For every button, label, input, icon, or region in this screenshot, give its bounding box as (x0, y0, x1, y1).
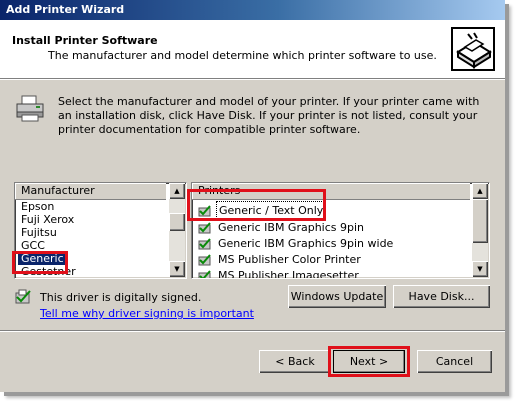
scrollbar-thumb[interactable] (169, 213, 185, 231)
scroll-up-icon[interactable]: ▲ (169, 183, 185, 199)
printer-item-label: MS Publisher Imagesetter (218, 269, 359, 279)
instructions-text: Select the manufacturer and model of you… (58, 95, 480, 136)
next-highlight-box (328, 346, 410, 377)
signed-driver-icon (198, 254, 211, 266)
windows-update-button[interactable]: Windows Update (288, 285, 386, 308)
printers-scrollbar[interactable]: ▲ ▼ (472, 183, 488, 277)
signed-driver-icon (198, 222, 211, 234)
have-disk-button[interactable]: Have Disk... (393, 285, 490, 308)
printer-item-ibm-9pin[interactable]: Generic IBM Graphics 9pin (192, 220, 472, 236)
printer-item-ms-publisher-imagesetter[interactable]: MS Publisher Imagesetter (192, 268, 472, 279)
title-bar[interactable]: Add Printer Wizard (0, 0, 505, 20)
printer-item-label: MS Publisher Color Printer (218, 253, 361, 266)
manufacturer-scrollbar[interactable]: ▲ ▼ (169, 183, 185, 277)
manufacturer-item-fuji-xerox[interactable]: Fuji Xerox (15, 213, 169, 226)
header-title: Install Printer Software (12, 34, 158, 47)
printer-item-label: Generic IBM Graphics 9pin (218, 221, 365, 234)
digital-signature-icon (15, 289, 31, 304)
back-button[interactable]: < Back (259, 350, 331, 373)
signed-driver-icon (198, 238, 211, 250)
printer-item-ibm-9pin-wide[interactable]: Generic IBM Graphics 9pin wide (192, 236, 472, 252)
footer-divider-highlight (0, 331, 505, 332)
printer-icon (16, 95, 44, 122)
signed-driver-text: This driver is digitally signed. (40, 291, 202, 304)
window-title: Add Printer Wizard (6, 3, 125, 16)
generic-text-only-highlight-box (187, 189, 326, 221)
scroll-up-icon[interactable]: ▲ (472, 183, 488, 199)
wizard-header: Install Printer Software The manufacture… (0, 20, 505, 78)
printer-wizard-icon (451, 27, 495, 71)
signed-driver-icon (198, 270, 211, 278)
manufacturer-item-fujitsu[interactable]: Fujitsu (15, 226, 169, 239)
scroll-down-icon[interactable]: ▼ (169, 261, 185, 277)
printer-item-label: Generic IBM Graphics 9pin wide (218, 237, 394, 250)
manufacturer-column-header[interactable]: Manufacturer (15, 183, 166, 200)
manufacturer-item-epson[interactable]: Epson (15, 200, 169, 213)
header-subtitle: The manufacturer and model determine whi… (48, 49, 437, 62)
scroll-down-icon[interactable]: ▼ (472, 261, 488, 277)
add-printer-wizard-window: Add Printer Wizard Install Printer Softw… (0, 0, 505, 392)
generic-highlight-box (12, 251, 68, 274)
driver-signing-link[interactable]: Tell me why driver signing is important (40, 307, 254, 320)
cancel-button[interactable]: Cancel (417, 350, 492, 373)
header-divider-highlight (0, 79, 505, 80)
printer-item-ms-publisher-color[interactable]: MS Publisher Color Printer (192, 252, 472, 268)
scrollbar-thumb[interactable] (472, 199, 488, 243)
